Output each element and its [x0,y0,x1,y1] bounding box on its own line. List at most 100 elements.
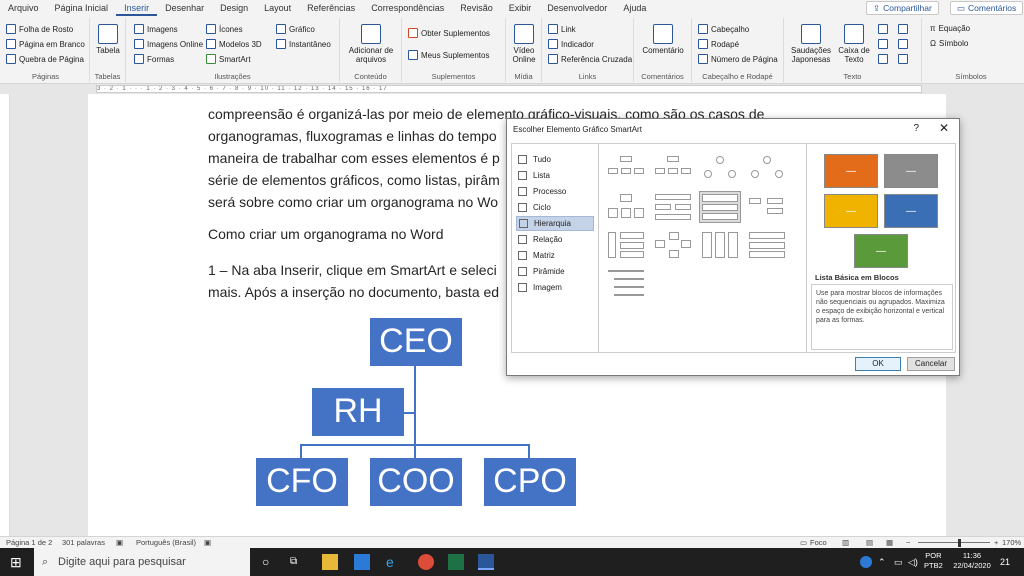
excel-icon[interactable] [448,554,464,570]
notification-icon[interactable]: 21 [1000,554,1016,570]
clock[interactable]: 11:36 22/04/2020 [950,551,994,571]
page-count[interactable]: Página 1 de 2 [6,538,52,547]
comentario-button[interactable]: Comentário [636,24,690,55]
object-button[interactable] [898,54,908,64]
modelos-3d-button[interactable]: Modelos 3D [206,39,262,49]
org-box-ceo[interactable]: CEO [370,318,462,366]
zoom-slider-thumb[interactable] [958,539,961,547]
equacao-button[interactable]: π Equação [930,24,970,33]
tab-layout[interactable]: Layout [256,0,299,16]
word-count[interactable]: 301 palavras [62,538,105,547]
smartart-button[interactable]: SmartArt [206,54,251,64]
language-status[interactable]: Português (Brasil) [136,538,196,547]
zoom-out-icon[interactable]: − [906,538,910,547]
tab-arquivo[interactable]: Arquivo [0,0,47,16]
input-language[interactable]: POR PTB2 [924,551,943,571]
category-hierarquia[interactable]: Hierarquia [516,216,594,231]
imagens-button[interactable]: Imagens [134,24,178,34]
meus-suplementos-button[interactable]: Meus Suplementos [408,50,489,60]
layout-thumb-9[interactable] [606,230,646,260]
read-mode-icon[interactable]: ▥ [842,538,849,547]
layout-thumb-11[interactable] [700,230,740,260]
tab-exibir[interactable]: Exibir [501,0,540,16]
pagina-em-branco-button[interactable]: Página em Branco [6,39,85,49]
org-box-cpo[interactable]: CPO [484,458,576,506]
zoom-in-icon[interactable]: + [994,538,998,547]
windows-start-icon[interactable]: ⊞ [10,554,26,570]
close-icon[interactable]: ✕ [939,121,949,135]
referencia-cruzada-button[interactable]: Referência Cruzada [548,54,632,64]
layout-thumb-1[interactable] [606,154,646,184]
simbolo-button[interactable]: Ω Símbolo [930,39,968,48]
link-button[interactable]: Link [548,24,576,34]
category-lista[interactable]: Lista [516,168,594,183]
wordart-button[interactable] [878,39,888,49]
org-box-cfo[interactable]: CFO [256,458,348,506]
obter-suplementos-button[interactable]: Obter Suplementos [408,28,490,38]
video-online-button[interactable]: Vídeo Online [508,24,540,64]
zoom-level[interactable]: 170% [1002,538,1021,547]
category-imagem[interactable]: Imagem [516,280,594,295]
numero-pagina-button[interactable]: Número de Página [698,54,778,64]
org-box-rh[interactable]: RH [312,388,404,436]
layout-thumb-13[interactable] [606,268,646,298]
word-icon[interactable] [478,554,494,570]
web-layout-icon[interactable]: ▦ [886,538,893,547]
quick-parts-button[interactable] [878,24,888,34]
category-processo[interactable]: Processo [516,184,594,199]
tab-design[interactable]: Design [212,0,256,16]
layout-thumb-4[interactable] [747,154,787,184]
network-icon[interactable]: ⌃ [878,554,894,570]
help-tray-icon[interactable] [860,556,872,568]
layout-thumb-3[interactable] [700,154,740,184]
category-tudo[interactable]: Tudo [516,152,594,167]
cancel-button[interactable]: Cancelar [907,357,955,371]
layout-thumb-12[interactable] [747,230,787,260]
file-explorer-icon[interactable] [322,554,338,570]
cortana-icon[interactable]: ○ [262,554,278,570]
tab-desenvolvedor[interactable]: Desenvolvedor [539,0,615,16]
tab-revisao[interactable]: Revisão [452,0,501,16]
layout-thumb-6[interactable] [653,192,693,222]
help-icon[interactable]: ? [913,123,919,134]
rodape-button[interactable]: Rodapé [698,39,739,49]
layout-thumb-2[interactable] [653,154,693,184]
icones-button[interactable]: Ícones [206,24,243,34]
grafico-button[interactable]: Gráfico [276,24,315,34]
signature-line-button[interactable] [898,24,908,34]
tab-pagina-inicial[interactable]: Página Inicial [47,0,117,16]
tabela-button[interactable]: Tabela [94,24,122,55]
date-time-button[interactable] [898,39,908,49]
tab-ajuda[interactable]: Ajuda [615,0,654,16]
tab-referencias[interactable]: Referências [299,0,363,16]
share-button[interactable]: ⇪ Compartilhar [866,1,939,15]
tab-inserir[interactable]: Inserir [116,0,158,16]
ok-button[interactable]: OK [855,357,901,371]
layout-thumb-8[interactable] [747,192,787,222]
indicador-button[interactable]: Indicador [548,39,594,49]
focus-icon[interactable]: ▭ [800,538,807,547]
edge-icon[interactable]: e [386,554,402,570]
tab-desenhar[interactable]: Desenhar [157,0,212,16]
folha-de-rosto-button[interactable]: Folha de Rosto [6,24,73,34]
adicionar-arquivos-button[interactable]: Adicionar de arquivos [344,24,398,64]
imagens-online-button[interactable]: Imagens Online [134,39,203,49]
category-piramide[interactable]: Pirâmide [516,264,594,279]
org-box-coo[interactable]: COO [370,458,462,506]
accessibility-icon[interactable]: ▣ [204,538,211,547]
print-layout-icon[interactable]: ▤ [866,538,873,547]
layout-thumb-10[interactable] [653,230,693,260]
category-relacao[interactable]: Relação [516,232,594,247]
layout-thumb-7[interactable] [699,191,741,223]
saudacoes-japonesas-button[interactable]: Saudações Japonesas [790,24,832,64]
cabecalho-button[interactable]: Cabeçalho [698,24,749,34]
comments-button[interactable]: ▭ Comentários [950,1,1024,15]
proofing-icon[interactable]: ▣ [116,538,123,547]
caixa-de-texto-button[interactable]: Caixa de Texto [836,24,872,64]
zoom-slider[interactable] [918,542,990,543]
category-ciclo[interactable]: Ciclo [516,200,594,215]
layout-thumb-5[interactable] [606,192,646,222]
taskbar-search[interactable]: ⌕ Digite aqui para pesquisar [34,548,250,576]
tab-correspondencias[interactable]: Correspondências [363,0,452,16]
volume-icon[interactable]: ◁) [908,554,924,570]
